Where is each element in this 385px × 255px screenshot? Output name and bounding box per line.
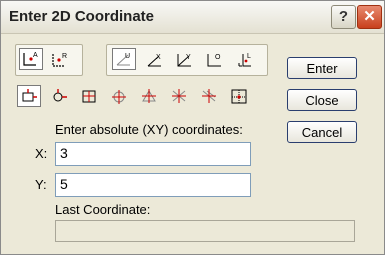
length-angle-button[interactable]: L [233,49,257,71]
snap-center-button[interactable] [77,85,101,107]
polar-coordinate-icon: O [207,54,221,67]
snap-center-icon [82,90,96,103]
length-angle-icon: L [238,53,251,67]
svg-text:R: R [62,53,67,60]
close-button[interactable]: Close [287,89,357,111]
absolute-coordinate-button[interactable]: A [19,48,43,70]
snap-tangent-button[interactable] [167,85,191,107]
snap-intersection-icon [112,90,126,104]
snap-nearest-button[interactable] [197,85,221,107]
y-offset-button[interactable]: Y [173,49,197,71]
x-offset-button[interactable]: X [143,49,167,71]
y-coordinate-input[interactable]: 5 [55,173,251,197]
relative-coordinate-button[interactable]: R [48,49,72,71]
snap-tangent-icon [172,89,186,103]
x-offset-icon: X [147,54,161,67]
enter-2d-coordinate-dialog: Enter 2D Coordinate ? ✕ A R U X Y O L En… [0,0,385,255]
snap-perpendicular-icon [142,89,156,103]
svg-text:A: A [33,52,38,59]
snap-endpoint-button[interactable] [17,85,41,107]
svg-text:X: X [156,54,161,61]
instruction-label: Enter absolute (XY) coordinates: [55,122,243,137]
snap-grid-button[interactable] [227,85,251,107]
close-window-button[interactable]: ✕ [357,5,382,29]
snap-endpoint-icon [22,89,37,102]
x-label: X: [35,146,48,161]
title-bar: Enter 2D Coordinate ? ✕ [1,1,384,34]
snap-grid-icon [231,89,247,104]
help-button[interactable]: ? [331,5,356,29]
snap-midpoint-button[interactable] [47,85,71,107]
last-coordinate-field [55,220,355,242]
snap-perpendicular-button[interactable] [137,85,161,107]
enter-button[interactable]: Enter [287,57,357,79]
user-coordinate-icon: U [116,53,130,66]
snap-intersection-button[interactable] [107,85,131,107]
last-coordinate-label: Last Coordinate: [55,202,151,217]
coordinate-mode-group-2: U X Y O L [106,44,268,76]
dialog-title: Enter 2D Coordinate [9,8,155,25]
absolute-coordinate-icon: A [23,52,38,66]
polar-coordinate-button[interactable]: O [203,49,227,71]
y-offset-icon: Y [177,54,191,67]
y-label: Y: [35,177,47,192]
user-coordinate-button[interactable]: U [112,48,136,70]
relative-coordinate-icon: R [52,53,67,67]
svg-text:L: L [247,53,251,60]
snap-nearest-icon [202,89,216,103]
svg-text:Y: Y [186,54,191,61]
coordinate-mode-group-1: A R [15,44,83,76]
svg-text:O: O [215,54,221,61]
x-coordinate-input[interactable]: 3 [55,142,251,166]
snap-midpoint-icon [53,89,67,102]
svg-text:U: U [125,53,130,60]
cancel-button[interactable]: Cancel [287,121,357,143]
snap-toolbar [15,82,269,110]
